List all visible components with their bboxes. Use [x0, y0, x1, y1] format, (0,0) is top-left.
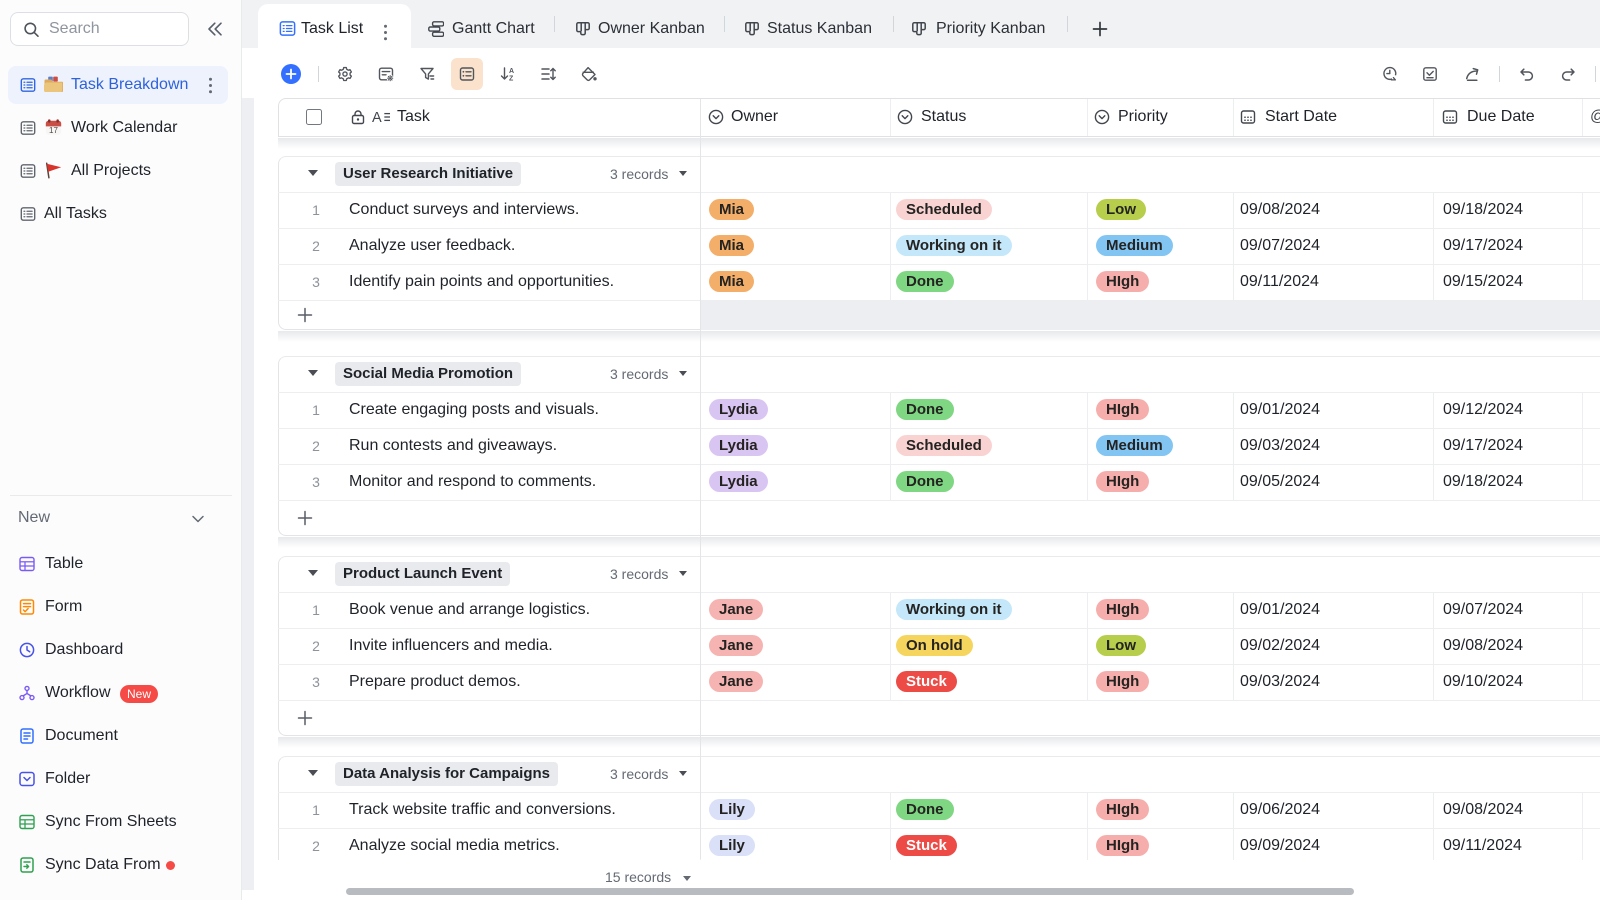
svg-text:A: A — [509, 68, 514, 75]
svg-text:17: 17 — [49, 126, 58, 135]
svg-text:A: A — [372, 110, 382, 125]
svg-text:Z: Z — [509, 76, 514, 83]
